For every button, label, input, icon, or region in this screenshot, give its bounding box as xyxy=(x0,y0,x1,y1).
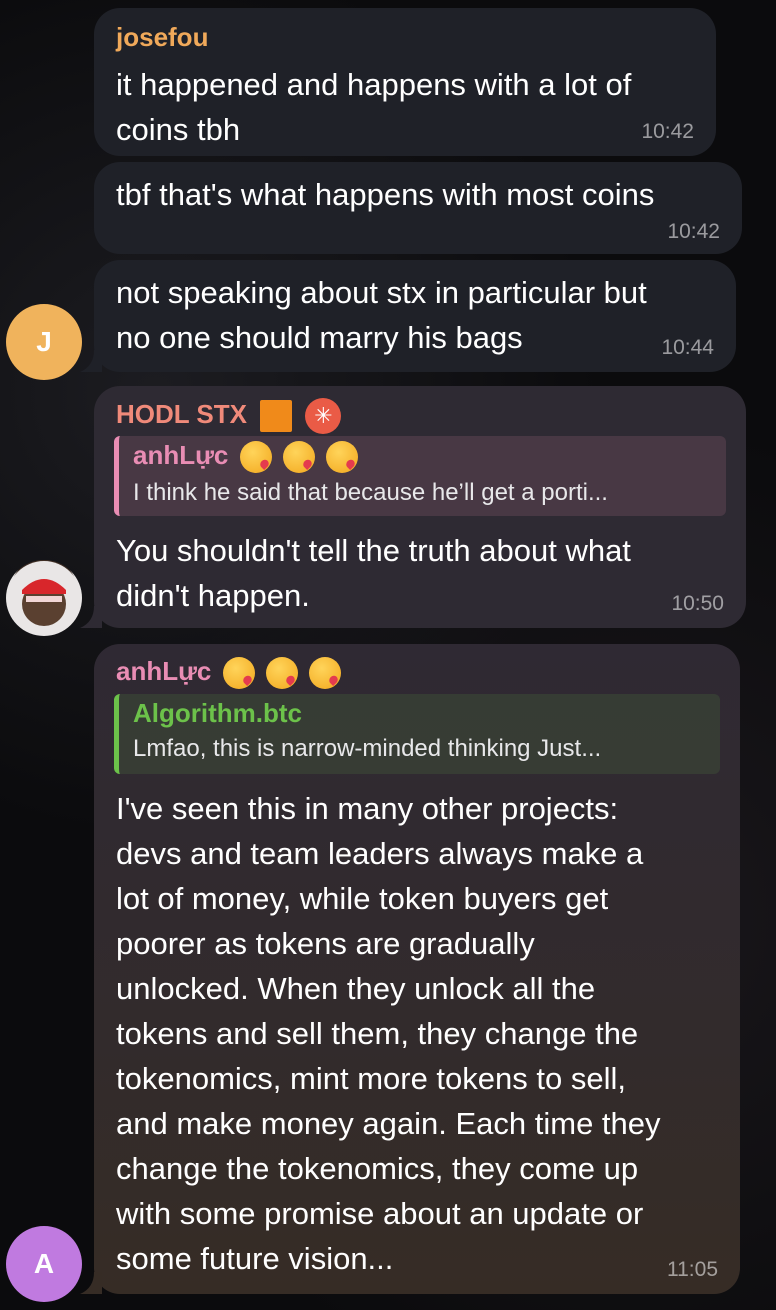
sender-name[interactable]: anhLực xyxy=(116,656,342,690)
reply-quote[interactable]: anhLực I think he said that because he’l… xyxy=(114,436,726,516)
kissing-face-icon xyxy=(309,657,342,690)
bubble-tail-icon xyxy=(80,350,102,372)
message-bubble[interactable]: not speaking about stx in particular but… xyxy=(94,260,736,372)
message-time: 10:42 xyxy=(667,220,720,243)
message-time: 10:42 xyxy=(641,120,694,143)
avatar-initial: A xyxy=(33,1248,55,1279)
avatar[interactable] xyxy=(6,560,82,636)
reply-text: I think he said that because he’ll get a… xyxy=(133,479,608,507)
avatar-initial: J xyxy=(36,326,52,357)
message-text: You shouldn't tell the truth about what … xyxy=(116,533,631,613)
message-text: I've seen this in many other projects: d… xyxy=(116,791,661,1276)
kissing-face-icon xyxy=(222,657,255,690)
sender-name-text: HODL STX xyxy=(116,398,247,429)
message-bubble[interactable]: josefou it happened and happens with a l… xyxy=(94,8,716,156)
reply-quote[interactable]: Algorithm.btc Lmfao, this is narrow-mind… xyxy=(114,694,720,774)
kissing-face-icon xyxy=(326,441,359,474)
message-bubble[interactable]: tbf that's what happens with most coins … xyxy=(94,162,742,254)
reply-sender: Algorithm.btc xyxy=(133,698,302,728)
reply-sender-text: anhLực xyxy=(133,440,229,470)
message-text: tbf that's what happens with most coins xyxy=(116,177,655,212)
reply-sender: anhLực xyxy=(133,440,726,474)
sender-name[interactable]: HODL STX ✳ xyxy=(116,398,342,434)
stacks-logo-icon: ✳ xyxy=(305,398,342,434)
kissing-face-icon xyxy=(265,657,298,690)
kissing-face-icon xyxy=(239,441,272,474)
sender-name-text: anhLực xyxy=(116,656,212,686)
bubble-tail-icon xyxy=(80,606,102,628)
bubble-tail-icon xyxy=(80,1272,102,1294)
message-time: 10:44 xyxy=(661,336,714,359)
avatar-image-icon xyxy=(7,561,81,635)
message-time: 11:05 xyxy=(667,1258,718,1281)
avatar[interactable]: A xyxy=(6,1226,82,1302)
message-text: it happened and happens with a lot of co… xyxy=(116,67,632,147)
orange-square-icon xyxy=(260,400,293,432)
sender-name[interactable]: josefou xyxy=(116,22,208,53)
kissing-face-icon xyxy=(282,441,315,474)
message-bubble[interactable]: HODL STX ✳ anhLực I think he said that b… xyxy=(94,386,746,628)
message-bubble[interactable]: anhLực Algorithm.btc Lmfao, this is narr… xyxy=(94,644,740,1294)
reply-text: Lmfao, this is narrow-minded thinking Ju… xyxy=(133,735,602,762)
message-text: not speaking about stx in particular but… xyxy=(116,275,647,355)
avatar[interactable]: J xyxy=(6,304,82,380)
message-time: 10:50 xyxy=(671,592,724,615)
